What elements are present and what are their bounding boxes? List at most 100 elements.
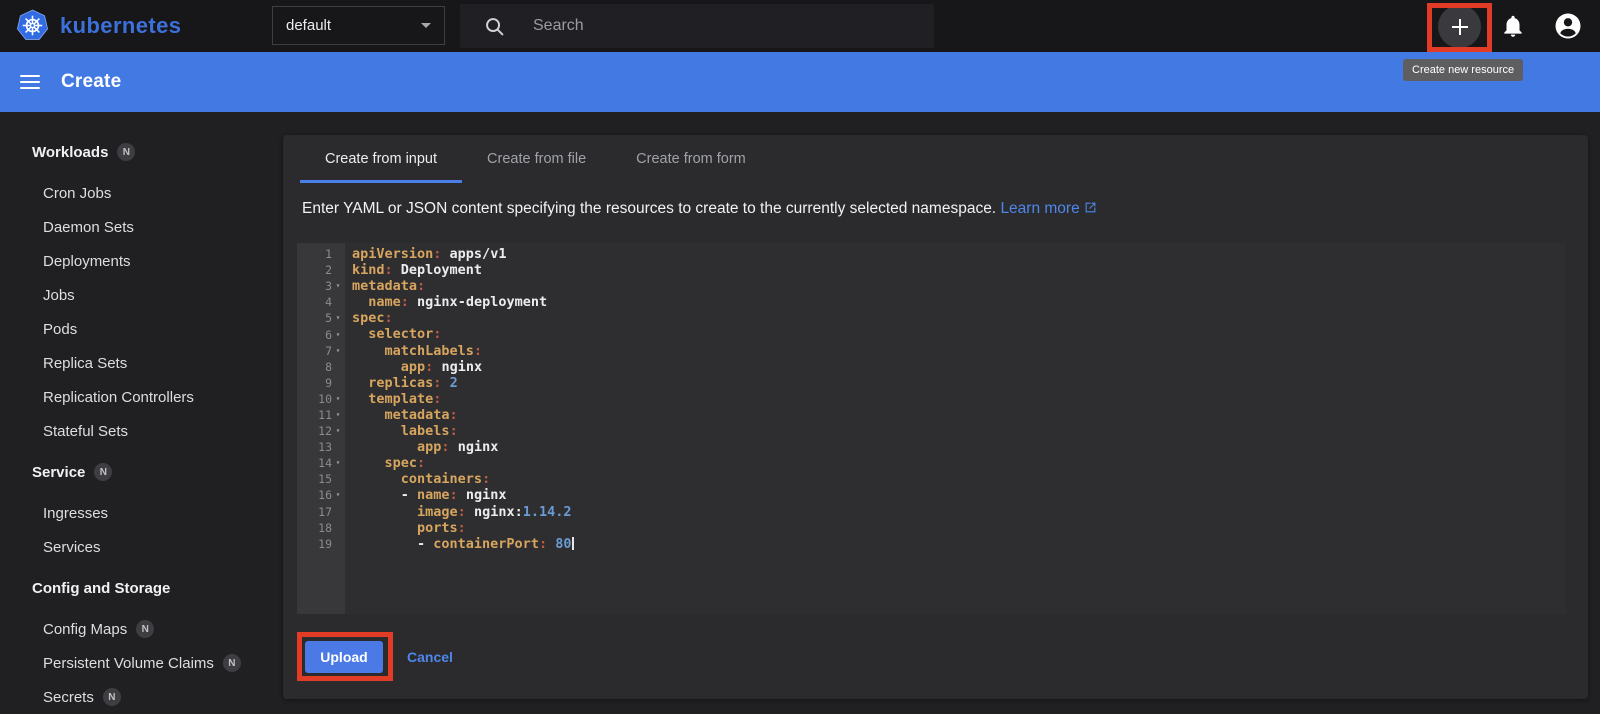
sidebar-section-workloads[interactable]: Workloads N [0,132,277,172]
namespaced-badge: N [102,688,121,706]
sidebar-item-replica-sets[interactable]: Replica Sets [0,346,277,380]
yaml-key: containerPort [433,535,539,552]
gutter-line: 12 ▾ [297,423,345,439]
create-new-resource-button[interactable] [1438,5,1481,48]
code-line[interactable]: spec: [352,455,1566,471]
yaml-editor[interactable]: 1 2 3 ▾ 4 5 ▾ 6 ▾ 7 ▾ 8 9 10 ▾ 11 ▾ 12 ▾ 13 14 ▾ 15 16 ▾ 17 18 19 a… [297,243,1566,614]
notifications-button[interactable] [1500,13,1526,39]
fold-toggle-icon[interactable]: ▾ [332,330,344,340]
line-number: 8 [325,359,332,374]
namespace-selector[interactable]: default [272,6,445,45]
yaml-token [352,294,368,310]
code-line[interactable]: metadata: [352,278,1566,294]
yaml-token [352,391,368,407]
yaml-key: template [368,390,434,407]
code-line[interactable]: app: nginx [352,359,1566,375]
yaml-token: : [457,503,466,520]
code-line[interactable]: - containerPort: 80 [352,536,1566,552]
gutter-line: 11 ▾ [297,407,345,423]
menu-icon[interactable] [20,75,42,89]
upload-button[interactable]: Upload [305,641,383,673]
sidebar-item-label: Persistent Volume Claims [43,654,214,672]
code-line[interactable]: template: [352,391,1566,407]
fold-toggle-icon[interactable]: ▾ [332,410,344,420]
sidebar-item-ingresses[interactable]: Ingresses [0,496,277,530]
sidebar-section-config-and-storage[interactable]: Config and Storage [0,568,277,608]
yaml-token: nginx [433,358,483,375]
description-text: Enter YAML or JSON content specifying th… [302,200,997,217]
code-line[interactable]: metadata: [352,407,1566,423]
tab-create-from-file[interactable]: Create from file [462,135,611,183]
gutter-line: 4 [297,294,345,310]
fold-toggle-icon[interactable]: ▾ [332,281,344,291]
learn-more-link[interactable]: Learn more [1000,200,1096,217]
yaml-token [441,375,449,391]
namespaced-badge: N [94,463,113,481]
editor-code[interactable]: apiVersion: apps/v1 kind: Deployment metad… [345,243,1566,614]
sidebar-item-pods[interactable]: Pods [0,312,277,346]
code-line[interactable]: containers: [352,471,1566,487]
fold-toggle-icon[interactable]: ▾ [332,490,344,500]
yaml-token: Deployment [392,262,483,279]
account-button[interactable] [1552,10,1584,42]
yaml-token: : [473,342,483,359]
sidebar-section-label: Config and Storage [32,579,171,597]
yaml-key: ports [417,519,458,536]
sidebar-item-persistent-volume-claims[interactable]: Persistent Volume Claims N [0,646,277,680]
tab-label: Create from form [636,151,746,167]
tab-create-from-form[interactable]: Create from form [611,135,771,183]
namespace-value: default [286,17,332,34]
gutter-line: 19 [297,536,345,552]
yaml-token: : [384,262,393,279]
yaml-key: name [368,294,401,311]
code-line[interactable]: name: nginx-deployment [352,294,1566,310]
fold-toggle-icon[interactable]: ▾ [332,458,344,468]
sidebar-item-replication-controllers[interactable]: Replication Controllers [0,380,277,414]
sidebar-item-jobs[interactable]: Jobs [0,278,277,312]
gutter-line: 18 [297,520,345,536]
sidebar-item-daemon-sets[interactable]: Daemon Sets [0,210,277,244]
kubernetes-brand[interactable]: kubernetes [16,9,181,42]
fold-toggle-icon[interactable]: ▾ [332,346,344,356]
line-number: 4 [325,295,332,310]
line-number: 3 [325,279,332,294]
external-link-icon [1085,202,1096,213]
sidebar-section-label: Workloads [32,143,109,161]
fold-toggle-icon[interactable]: ▾ [332,426,344,436]
yaml-token [352,504,417,520]
sidebar-item-label: Deployments [43,252,131,270]
search-input[interactable] [531,16,861,36]
line-number: 6 [325,327,332,342]
code-line[interactable]: matchLabels: [352,343,1566,359]
sidebar-item-config-maps[interactable]: Config Maps N [0,612,277,646]
code-line[interactable]: selector: [352,326,1566,342]
search-bar[interactable] [460,4,934,48]
sidebar-item-deployments[interactable]: Deployments [0,244,277,278]
yaml-key: replicas [368,374,434,391]
yaml-key: image [417,503,458,520]
sidebar-section-service[interactable]: Service N [0,452,277,492]
code-line[interactable]: spec: [352,310,1566,326]
code-line[interactable]: replicas: 2 [352,375,1566,391]
sidebar-item-cron-jobs[interactable]: Cron Jobs [0,176,277,210]
sidebar-item-stateful-sets[interactable]: Stateful Sets [0,414,277,448]
gutter-line: 2 [297,262,345,278]
add-icon [1451,18,1468,35]
code-line[interactable]: ports: [352,520,1566,536]
code-line[interactable]: - name: nginx [352,487,1566,503]
code-line[interactable]: apiVersion: apps/v1 [352,246,1566,262]
sidebar-item-label: Replica Sets [43,354,128,372]
line-number: 7 [325,343,332,358]
code-line[interactable]: kind: Deployment [352,262,1566,278]
code-line[interactable]: app: nginx [352,439,1566,455]
code-line[interactable]: labels: [352,423,1566,439]
fold-toggle-icon[interactable]: ▾ [332,394,344,404]
cancel-button[interactable]: Cancel [407,641,453,673]
fold-toggle-icon[interactable]: ▾ [332,313,344,323]
yaml-key: app [400,358,426,375]
sidebar-item-secrets[interactable]: Secrets N [0,680,277,714]
editor-gutter: 1 2 3 ▾ 4 5 ▾ 6 ▾ 7 ▾ 8 9 10 ▾ 11 ▾ 12 ▾ 13 14 ▾ 15 16 ▾ 17 18 19 [297,243,345,614]
code-line[interactable]: image: nginx:1.14.2 [352,504,1566,520]
tab-create-from-input[interactable]: Create from input [300,135,463,183]
sidebar-item-services[interactable]: Services [0,530,277,564]
